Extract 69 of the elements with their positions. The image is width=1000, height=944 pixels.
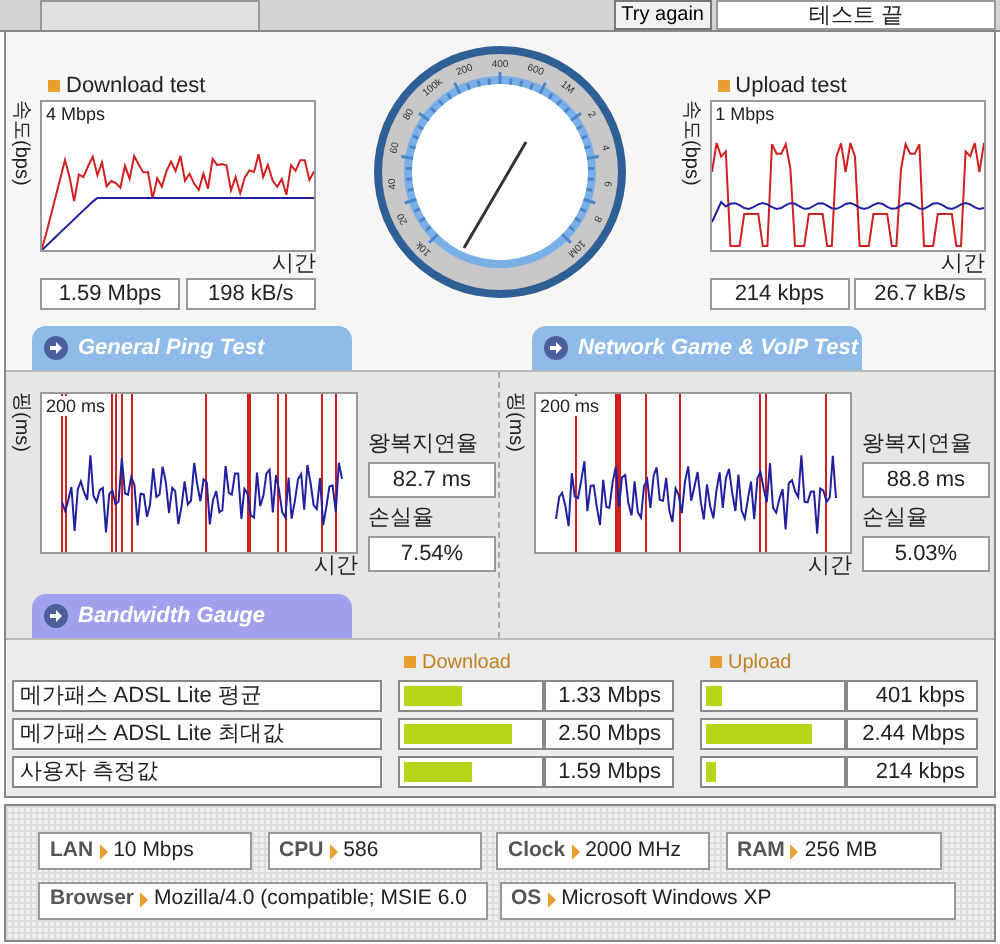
bullet-icon [404, 656, 416, 668]
bullet-icon [710, 656, 722, 668]
info-label: CPU [279, 835, 324, 866]
axis-label: 속도(bps) [677, 100, 704, 186]
arrow-icon [329, 843, 338, 859]
speed-value: 1.59 Mbps [40, 278, 180, 310]
axis-label: 시간 [808, 554, 852, 578]
arrow-icon [547, 892, 556, 908]
axis-max-label: 1 Mbps [715, 104, 775, 124]
info-value: Microsoft Windows XP [561, 884, 772, 915]
tab[interactable] [40, 0, 260, 30]
arrow-icon [44, 604, 68, 628]
axis-label: 핑(ms) [502, 392, 528, 452]
column-header: Upload [728, 649, 792, 677]
bullet-icon [48, 80, 60, 92]
info-label: OS [511, 884, 542, 915]
speed-value: 214 kbps [709, 278, 850, 310]
info-label: RAM [737, 835, 785, 866]
section-tab[interactable]: Network Game & VoIP Test [532, 326, 862, 370]
axis-max-label: 4 Mbps [46, 104, 106, 124]
rate-value: 198 kB/s [185, 278, 316, 310]
axis-label: 시간 [272, 252, 316, 276]
rate-value: 26.7 kB/s [854, 278, 986, 310]
bandwidth-value: 2.50 Mbps [544, 717, 674, 749]
arrow-icon [99, 843, 108, 859]
bullet-icon [717, 80, 730, 92]
bandwidth-value: 1.33 Mbps [544, 679, 674, 711]
gauge-needle [462, 141, 528, 249]
info-value: Mozilla/4.0 (compatible; MSIE 6.0 [154, 884, 467, 915]
arrow-icon [544, 336, 568, 360]
info-label: Browser [50, 884, 135, 915]
info-label: LAN [50, 835, 94, 866]
info-value: 256 MB [804, 835, 878, 866]
chart-title: Download test [66, 71, 206, 102]
column-header: Download [422, 649, 511, 677]
row-label: 메가패스 ADSL Lite 평균 [12, 679, 382, 711]
bandwidth-value: 401 kbps [846, 679, 978, 711]
arrow-icon [790, 843, 799, 859]
info-label: Clock [508, 835, 566, 866]
axis-label: 시간 [941, 252, 986, 276]
status-field: 테스트 끝 [716, 0, 996, 30]
row-label: 사용자 측정값 [12, 755, 382, 787]
bandwidth-value: 2.44 Mbps [846, 717, 978, 749]
loss-value: 5.03% [862, 535, 990, 572]
latency-value: 88.8 ms [862, 461, 990, 497]
loss-label: 손실율 [368, 504, 436, 535]
loss-value: 7.54% [368, 535, 496, 572]
latency-label: 왕복지연율 [862, 430, 974, 460]
info-value: 586 [343, 835, 379, 866]
axis-max-label: 200 ms [540, 396, 600, 416]
arrow-icon [140, 892, 149, 908]
info-value: 2000 MHz [585, 835, 681, 866]
arrow-icon [44, 336, 68, 360]
chart-title: Upload test [735, 71, 847, 102]
axis-label: 시간 [314, 554, 358, 578]
section-tab[interactable]: Bandwidth Gauge [32, 594, 352, 638]
info-value: 10 Mbps [113, 835, 194, 866]
axis-label: 핑(ms) [8, 392, 34, 452]
bandwidth-value: 1.59 Mbps [544, 755, 674, 787]
try-again-button[interactable]: Try again [613, 0, 712, 30]
latency-value: 82.7 ms [368, 461, 496, 497]
latency-label: 왕복지연율 [368, 430, 480, 460]
section-tab[interactable]: General Ping Test [32, 326, 352, 370]
arrow-icon [571, 843, 580, 859]
row-label: 메가패스 ADSL Lite 최대값 [12, 717, 382, 749]
loss-label: 손실율 [862, 504, 930, 535]
bandwidth-value: 214 kbps [846, 755, 978, 787]
axis-max-label: 200 ms [46, 396, 106, 416]
axis-label: 속도(bps) [8, 100, 34, 186]
